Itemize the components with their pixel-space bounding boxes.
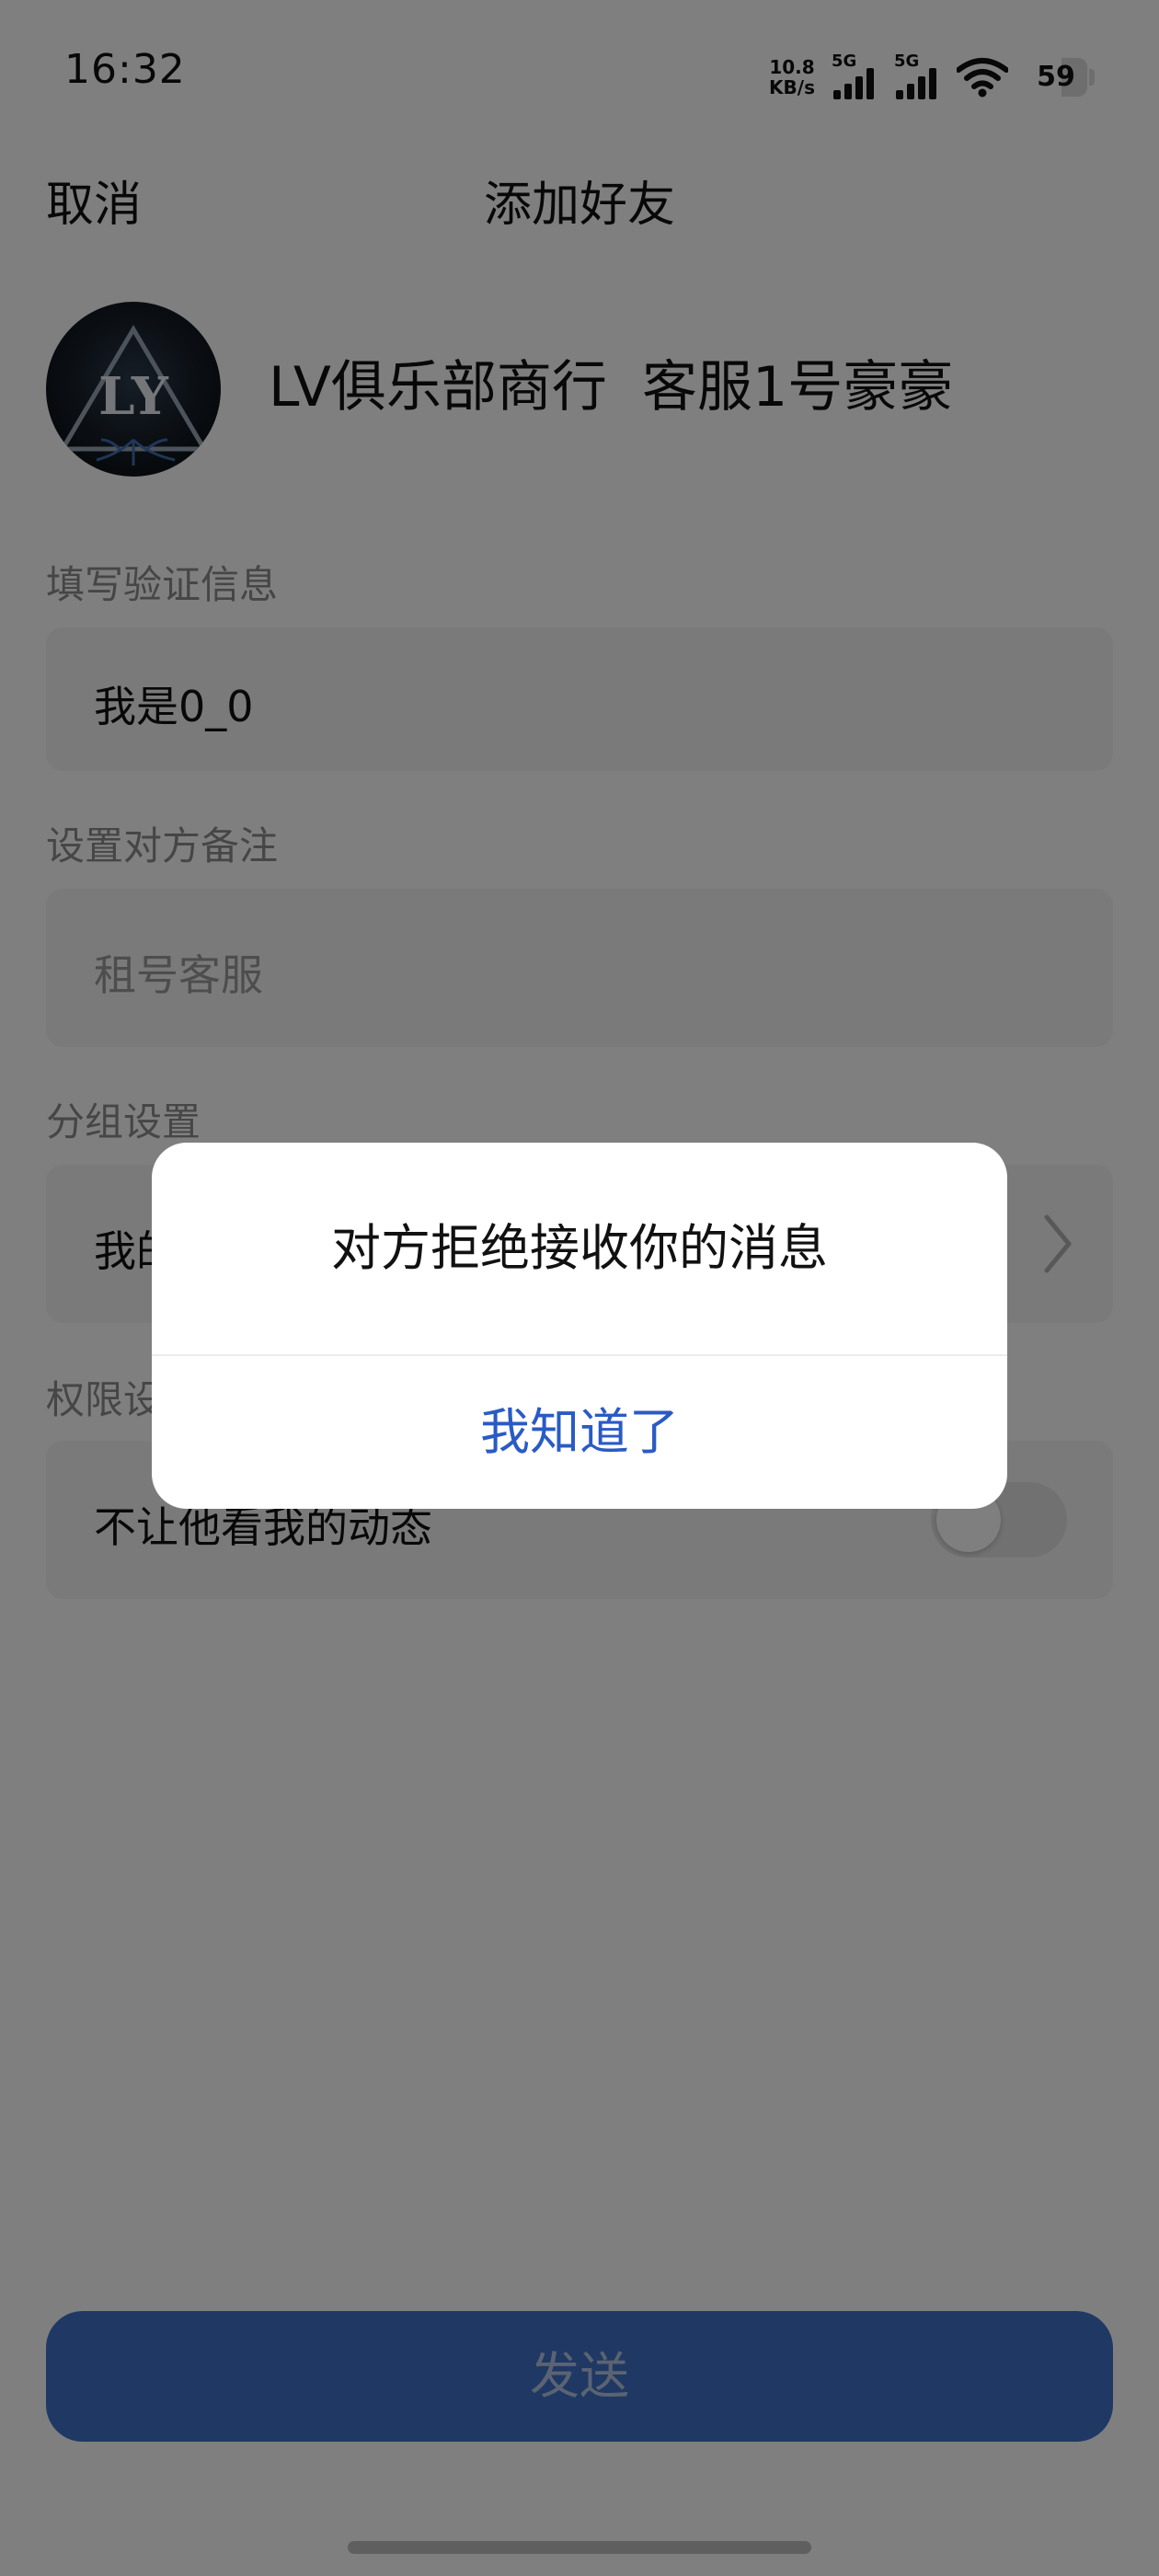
dialog-message: 对方拒绝接收你的消息 bbox=[331, 1219, 828, 1277]
alert-dialog: 对方拒绝接收你的消息 我知道了 bbox=[152, 1143, 1007, 1509]
dialog-confirm-button[interactable]: 我知道了 bbox=[152, 1356, 1007, 1509]
